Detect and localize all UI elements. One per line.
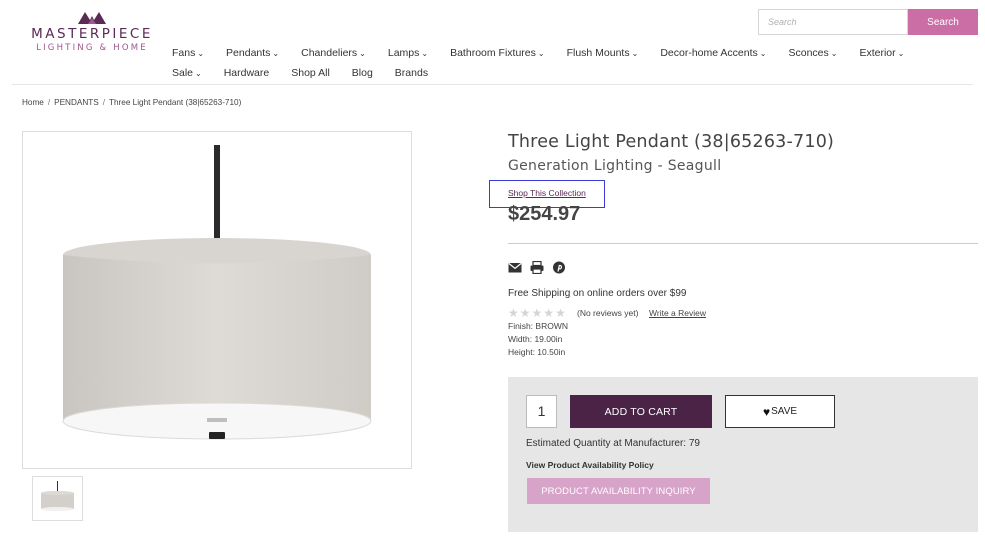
chevron-down-icon: ⌄ — [272, 49, 280, 58]
nav-item-label: Brands — [394, 67, 429, 79]
breadcrumb-home[interactable]: Home — [22, 98, 44, 107]
nav-item-fans[interactable]: Fans ⌄ — [172, 47, 204, 59]
nav-item-decor-home-accents[interactable]: Decor-home Accents ⌄ — [660, 47, 766, 59]
chevron-down-icon: ⌄ — [197, 49, 205, 58]
product-title: Three Light Pendant (38|65263-710) — [508, 132, 835, 152]
pinterest-icon[interactable] — [552, 261, 566, 274]
nav-item-hardware[interactable]: Hardware — [224, 67, 270, 79]
nav-item-label: Shop All — [291, 67, 330, 79]
add-to-cart-button[interactable]: ADD TO CART — [570, 395, 712, 428]
spec-finish: Finish: BROWN — [508, 321, 568, 331]
nav-item-sconces[interactable]: Sconces ⌄ — [788, 47, 837, 59]
star-empty-icon: ★ — [519, 306, 531, 320]
product-main-image[interactable] — [22, 131, 412, 469]
nav-item-exterior[interactable]: Exterior ⌄ — [859, 47, 904, 59]
print-icon[interactable] — [530, 261, 544, 274]
breadcrumb-pendants[interactable]: PENDANTS — [54, 98, 99, 107]
chevron-down-icon: ⌄ — [195, 69, 202, 78]
save-button[interactable]: ♥ SAVE — [725, 395, 835, 428]
nav-item-label: Sconces — [788, 47, 829, 59]
rating-stars: ★ ★ ★ ★ ★ — [508, 307, 567, 319]
chevron-down-icon: ⌄ — [359, 49, 366, 58]
reviews-count: (No reviews yet) — [577, 308, 639, 318]
write-review-link[interactable]: Write a Review — [649, 308, 706, 318]
main-nav-row-2: Sale ⌄ Hardware Shop All Blog Brands — [172, 67, 450, 79]
nav-item-shop-all[interactable]: Shop All — [291, 67, 330, 79]
chevron-down-icon: ⌄ — [830, 49, 838, 58]
chevron-down-icon: ⌄ — [631, 49, 639, 58]
estimated-quantity: Estimated Quantity at Manufacturer: 79 — [526, 438, 700, 449]
chevron-down-icon: ⌄ — [897, 49, 905, 58]
nav-item-label: Sale — [172, 67, 194, 79]
breadcrumb-separator: / — [47, 98, 51, 107]
nav-item-chandeliers[interactable]: Chandeliers ⌄ — [301, 47, 366, 59]
shipping-note: Free Shipping on online orders over $99 — [508, 288, 687, 299]
nav-item-label: Flush Mounts — [566, 47, 630, 59]
shop-this-collection-link[interactable]: Shop This Collection — [508, 188, 586, 198]
site-logo[interactable]: MASTERPIECE LIGHTING & HOME — [26, 10, 158, 58]
star-empty-icon: ★ — [543, 306, 555, 320]
nav-item-pendants[interactable]: Pendants ⌄ — [226, 47, 279, 59]
availability-policy-link[interactable]: View Product Availability Policy — [526, 460, 654, 470]
product-price: $254.97 — [508, 203, 581, 225]
pendant-lamp-image — [62, 145, 372, 440]
nav-item-label: Chandeliers — [301, 47, 358, 59]
nav-item-flush-mounts[interactable]: Flush Mounts ⌄ — [567, 47, 639, 59]
heart-icon: ♥ — [762, 404, 771, 419]
brand-tagline: LIGHTING & HOME — [36, 43, 148, 53]
product-page: MASTERPIECE LIGHTING & HOME Search Fans⌄… — [0, 0, 985, 542]
product-brand-line: Generation Lighting - Seagull — [508, 158, 722, 174]
nav-item-label: Lamps — [387, 47, 420, 59]
star-empty-icon: ★ — [555, 306, 566, 320]
star-empty-icon: ★ — [531, 306, 543, 320]
breadcrumb-current: Three Light Pendant (38|65263-710) — [109, 98, 242, 107]
quantity-input[interactable]: 1 — [526, 395, 557, 428]
chevron-down-icon: ⌄ — [537, 49, 545, 58]
nav-item-label: Exterior — [859, 47, 896, 59]
header-divider — [12, 84, 973, 85]
save-button-label: SAVE — [771, 406, 798, 417]
search-button[interactable]: Search — [908, 9, 978, 35]
availability-inquiry-button[interactable]: PRODUCT AVAILABILITY INQUIRY — [527, 478, 710, 504]
breadcrumb: Home / PENDANTS / Three Light Pendant (38|65… — [22, 98, 241, 107]
nav-item-label: Blog — [351, 67, 373, 79]
chevron-down-icon: ⌄ — [421, 49, 429, 58]
breadcrumb-separator: / — [102, 98, 105, 107]
price-divider — [508, 243, 978, 244]
nav-item-bathroom-fixtures[interactable]: Bathroom Fixtures ⌄ — [450, 47, 544, 59]
nav-item-label: Hardware — [223, 67, 270, 79]
nav-item-label: Decor-home Accents — [660, 47, 758, 59]
spec-width: Width: 19.00in — [508, 334, 563, 344]
nav-item-blog[interactable]: Blog — [352, 67, 373, 79]
nav-item-brands[interactable]: Brands — [395, 67, 428, 79]
nav-item-label: Bathroom Fixtures — [450, 47, 536, 59]
search-input[interactable] — [758, 9, 908, 35]
nav-item-label: Pendants — [226, 47, 271, 59]
chevron-down-icon: ⌄ — [759, 49, 767, 58]
main-nav-row-1: Fans ⌄ Pendants ⌄ Chandeliers ⌄ Lamps ⌄ Bath… — [172, 47, 926, 59]
brand-name: MASTERPIECE — [31, 26, 153, 42]
star-empty-icon: ★ — [508, 306, 519, 320]
pendant-lamp-thumbnail-image — [41, 481, 74, 511]
logo-mark-icon — [78, 12, 106, 24]
nav-item-sale[interactable]: Sale ⌄ — [172, 67, 202, 79]
nav-item-label: Fans — [172, 47, 196, 59]
product-thumbnail[interactable] — [32, 476, 83, 521]
email-icon[interactable] — [508, 261, 522, 274]
spec-height: Height: 10.50in — [508, 347, 566, 357]
nav-item-lamps[interactable]: Lamps ⌄ — [388, 47, 428, 59]
